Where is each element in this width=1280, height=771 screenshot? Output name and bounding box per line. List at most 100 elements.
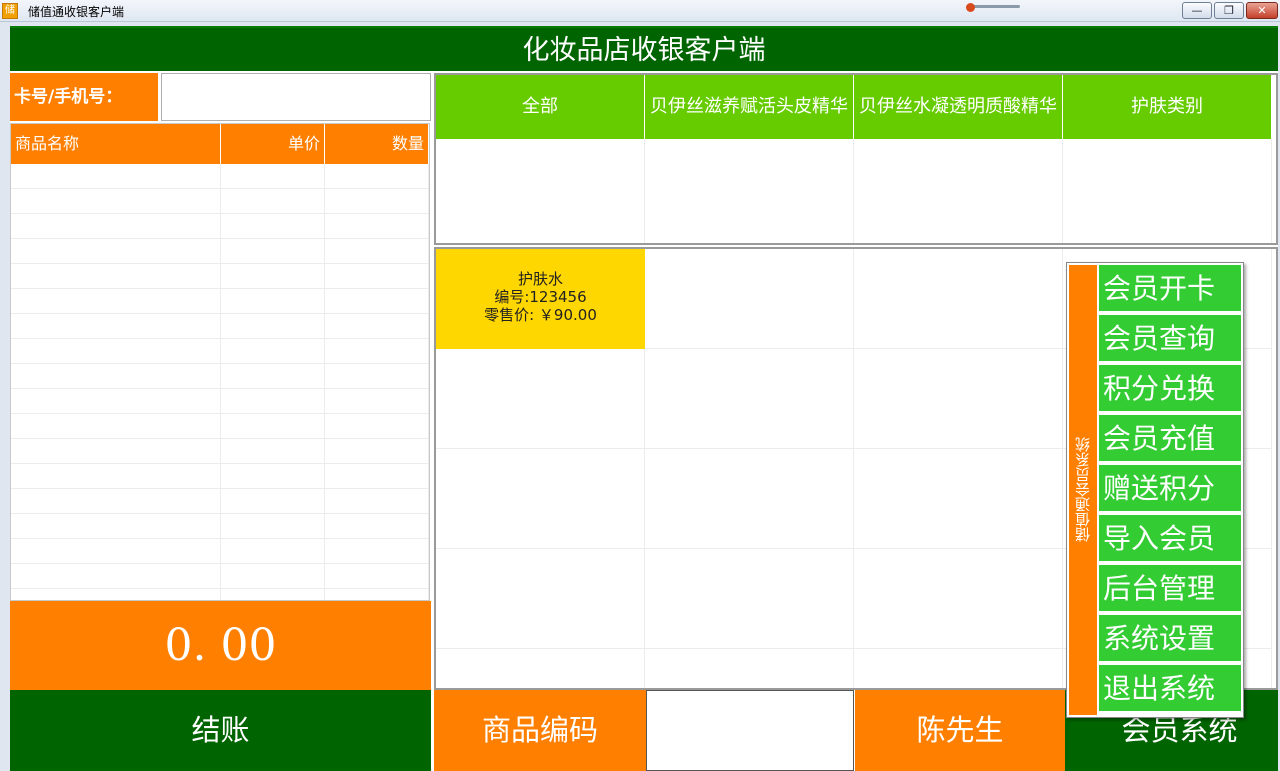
product-code-input[interactable] [646,690,854,771]
category-empty-cell [436,139,645,243]
table-cell [221,189,325,213]
column-header-quantity[interactable]: 数量 [325,124,429,164]
tab-scalp-essence[interactable]: 贝伊丝滋养赋活头皮精华 [645,75,854,139]
minimize-button[interactable]: — [1182,2,1212,19]
member-menu-popup: 储值通会员系统 会员开卡 会员查询 积分兑换 会员充值 赠送积分 导入会员 后台… [1066,262,1244,718]
menu-item-recharge[interactable]: 会员充值 [1099,415,1241,463]
product-empty-cell [436,649,645,688]
table-row[interactable] [11,189,429,214]
table-row[interactable] [11,539,429,564]
table-row[interactable] [11,464,429,489]
checkout-button[interactable]: 结账 [10,690,431,771]
category-panel: 全部 贝伊丝滋养赋活头皮精华 贝伊丝水凝透明质酸精华 护肤类别 [434,73,1278,245]
table-cell [221,489,325,513]
table-cell [325,189,429,213]
tab-hyaluronic-essence[interactable]: 贝伊丝水凝透明质酸精华 [854,75,1063,139]
table-cell [11,214,221,238]
table-row[interactable] [11,164,429,189]
cart-table-header: 商品名称 单价 数量 [11,124,429,164]
table-row[interactable] [11,239,429,264]
table-cell [11,314,221,338]
menu-item-gift-points[interactable]: 赠送积分 [1099,465,1241,513]
table-row[interactable] [11,489,429,514]
table-row[interactable] [11,289,429,314]
category-empty-cell [1063,139,1272,243]
product-empty-cell [854,549,1063,649]
menu-item-settings[interactable]: 系统设置 [1099,615,1241,663]
close-button[interactable]: ✕ [1246,2,1278,19]
category-grid [436,139,1276,243]
tab-skincare[interactable]: 护肤类别 [1063,75,1272,139]
menu-item-admin[interactable]: 后台管理 [1099,565,1241,613]
window-titlebar: 储 储值通收银客户端 — ❐ ✕ [0,0,1280,22]
table-row[interactable] [11,589,429,600]
category-tabs: 全部 贝伊丝滋养赋活头皮精华 贝伊丝水凝透明质酸精华 护肤类别 [436,75,1276,139]
table-cell [11,514,221,538]
member-menu-title: 储值通会员系统 [1069,265,1097,715]
slider-knob[interactable] [966,3,975,12]
table-cell [221,439,325,463]
product-price: 零售价: ￥90.00 [484,306,597,324]
table-cell [221,164,325,188]
restore-button[interactable]: ❐ [1214,2,1244,19]
table-row[interactable] [11,314,429,339]
member-name-button[interactable]: 陈先生 [855,690,1065,771]
cart-table: 商品名称 单价 数量 [10,123,430,601]
table-cell [11,264,221,288]
table-row[interactable] [11,214,429,239]
product-empty-cell [854,649,1063,688]
product-empty-cell [854,449,1063,549]
table-cell [11,564,221,588]
table-cell [325,289,429,313]
product-name: 护肤水 [517,270,563,288]
main-frame: 化妆品店收银客户端 卡号/手机号： 商品名称 单价 数量 0. 00 结账 全部… [10,26,1278,771]
category-empty-cell [645,139,854,243]
column-header-unit-price[interactable]: 单价 [221,124,325,164]
table-cell [325,314,429,338]
table-cell [221,464,325,488]
table-row[interactable] [11,564,429,589]
table-cell [221,414,325,438]
table-cell [325,264,429,288]
table-row[interactable] [11,264,429,289]
table-cell [221,289,325,313]
app-icon: 储 [2,3,18,19]
product-empty-cell [436,349,645,449]
table-row[interactable] [11,414,429,439]
product-empty-cell [645,249,854,349]
menu-item-points-redeem[interactable]: 积分兑换 [1099,365,1241,413]
product-tile[interactable]: 护肤水 编号:123456 零售价: ￥90.00 [436,249,645,349]
table-cell [221,514,325,538]
menu-item-member-query[interactable]: 会员查询 [1099,315,1241,363]
table-cell [325,214,429,238]
table-cell [325,514,429,538]
table-row[interactable] [11,364,429,389]
table-cell [11,489,221,513]
table-row[interactable] [11,389,429,414]
volume-slider[interactable] [966,3,1020,12]
tab-all[interactable]: 全部 [436,75,645,139]
table-row[interactable] [11,439,429,464]
table-cell [221,239,325,263]
table-cell [11,414,221,438]
column-header-product-name[interactable]: 商品名称 [11,124,221,164]
product-empty-cell [645,549,854,649]
product-empty-cell [854,349,1063,449]
menu-item-exit[interactable]: 退出系统 [1099,665,1241,713]
table-cell [11,189,221,213]
table-cell [221,564,325,588]
table-row[interactable] [11,514,429,539]
table-row[interactable] [11,339,429,364]
table-cell [325,164,429,188]
menu-item-open-card[interactable]: 会员开卡 [1099,265,1241,313]
table-cell [325,464,429,488]
cart-rows [11,164,429,600]
menu-item-import-members[interactable]: 导入会员 [1099,515,1241,563]
card-phone-input[interactable] [161,73,431,121]
product-empty-cell [645,649,854,688]
table-cell [11,239,221,263]
window-title: 储值通收银客户端 [28,5,125,19]
table-cell [11,464,221,488]
table-cell [11,164,221,188]
table-cell [325,389,429,413]
